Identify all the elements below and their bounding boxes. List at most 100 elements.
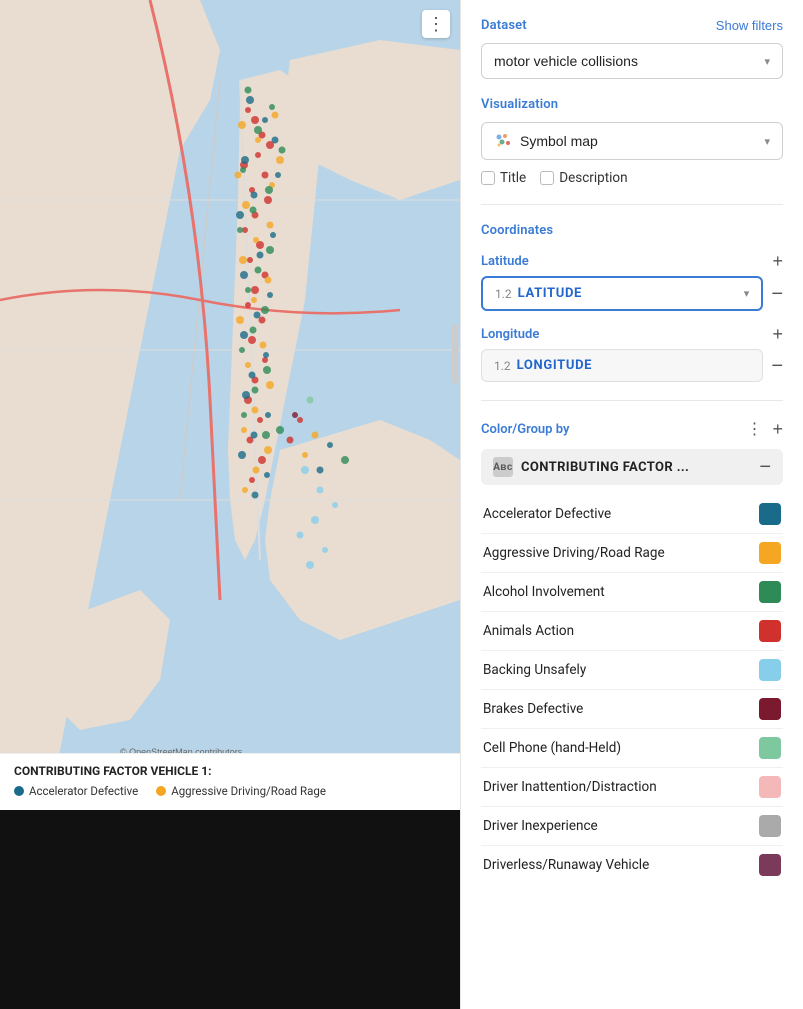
title-checkbox[interactable] xyxy=(481,171,495,185)
legend-item-label: Accelerator Defective xyxy=(483,506,611,522)
longitude-field-left: 1.2 LONGITUDE xyxy=(494,358,592,373)
latitude-name: LATITUDE xyxy=(518,286,582,301)
show-filters-button[interactable]: Show filters xyxy=(716,18,783,33)
latitude-field[interactable]: 1.2 LATITUDE ▾ xyxy=(481,276,763,311)
contributing-factor-left: Aʙᴄ CONTRIBUTING FACTOR ... xyxy=(493,457,689,477)
latitude-minus-button[interactable]: − xyxy=(771,284,783,304)
legend-label-accelerator: Accelerator Defective xyxy=(29,784,138,798)
checkboxes-row: Title Description xyxy=(481,170,783,186)
latitude-plus-button[interactable]: + xyxy=(772,252,783,270)
legend-item-swatch xyxy=(759,620,781,642)
black-bar xyxy=(0,810,460,1009)
legend-item-label: Brakes Defective xyxy=(483,701,583,717)
map-legend: CONTRIBUTING FACTOR VEHICLE 1: Accelerat… xyxy=(0,753,460,810)
legend-list-item: Accelerator Defective xyxy=(481,495,783,534)
map-menu-button[interactable]: ⋮ xyxy=(422,10,450,38)
map-scrollbar[interactable] xyxy=(452,324,458,384)
coordinates-label: Coordinates xyxy=(481,223,783,238)
right-panel: Dataset Show filters motor vehicle colli… xyxy=(460,0,803,1009)
viz-left: Symbol map xyxy=(494,132,598,150)
legend-item-label: Animals Action xyxy=(483,623,574,639)
legend-item-label: Cell Phone (hand-Held) xyxy=(483,740,621,756)
longitude-field[interactable]: 1.2 LONGITUDE xyxy=(481,349,763,382)
legend-item-aggressive: Aggressive Driving/Road Rage xyxy=(156,784,326,798)
legend-item-swatch xyxy=(759,776,781,798)
legend-item-swatch xyxy=(759,815,781,837)
coordinates-section: Coordinates Latitude + 1.2 LATITUDE ▾ − xyxy=(481,223,783,382)
visualization-value: Symbol map xyxy=(520,133,598,149)
legend-list-item: Cell Phone (hand-Held) xyxy=(481,729,783,768)
dataset-value: motor vehicle collisions xyxy=(494,53,638,69)
legend-dot-accelerator xyxy=(14,786,24,796)
legend-dot-aggressive xyxy=(156,786,166,796)
legend-list-item: Backing Unsafely xyxy=(481,651,783,690)
viz-section-header: Visualization xyxy=(481,97,783,112)
dataset-label: Dataset xyxy=(481,18,527,33)
legend-item-swatch xyxy=(759,659,781,681)
description-checkbox[interactable] xyxy=(540,171,554,185)
map-legend-title: CONTRIBUTING FACTOR VEHICLE 1: xyxy=(14,764,446,778)
color-group-section: Color/Group by ⋮ + Aʙᴄ CONTRIBUTING FACT… xyxy=(481,419,783,884)
legend-list-item: Driverless/Runaway Vehicle xyxy=(481,846,783,884)
color-header-actions: ⋮ + xyxy=(746,419,783,439)
color-group-header: Color/Group by ⋮ + xyxy=(481,419,783,439)
latitude-num: 1.2 xyxy=(495,287,512,301)
legend-item-label: Driver Inattention/Distraction xyxy=(483,779,657,795)
latitude-field-left: 1.2 LATITUDE xyxy=(495,286,582,301)
divider-2 xyxy=(481,400,783,401)
legend-item-swatch xyxy=(759,737,781,759)
longitude-plus-button[interactable]: + xyxy=(772,325,783,343)
longitude-row: Longitude + 1.2 LONGITUDE − xyxy=(481,325,783,382)
map-panel: © OpenStreetMap contributors ⋮ CONTRIBUT… xyxy=(0,0,460,1009)
legend-item-label: Backing Unsafely xyxy=(483,662,586,678)
latitude-header: Latitude + xyxy=(481,252,783,270)
latitude-row: Latitude + 1.2 LATITUDE ▾ − xyxy=(481,252,783,311)
legend-item-swatch xyxy=(759,854,781,876)
legend-item-label: Driver Inexperience xyxy=(483,818,598,834)
legend-item-swatch xyxy=(759,542,781,564)
divider-1 xyxy=(481,204,783,205)
legend-item-swatch xyxy=(759,581,781,603)
dataset-chevron-icon: ▾ xyxy=(764,55,770,68)
abc-icon: Aʙᴄ xyxy=(493,457,513,477)
color-group-label: Color/Group by xyxy=(481,422,569,437)
legend-item-label: Aggressive Driving/Road Rage xyxy=(483,545,665,561)
legend-list-item: Aggressive Driving/Road Rage xyxy=(481,534,783,573)
dataset-dropdown[interactable]: motor vehicle collisions ▾ xyxy=(481,43,783,79)
longitude-header: Longitude + xyxy=(481,325,783,343)
legend-item-swatch xyxy=(759,698,781,720)
legend-list: Accelerator Defective Aggressive Driving… xyxy=(481,495,783,884)
color-group-plus-button[interactable]: + xyxy=(772,420,783,438)
legend-list-item: Driver Inexperience xyxy=(481,807,783,846)
viz-chevron-icon: ▾ xyxy=(764,135,770,148)
legend-list-item: Brakes Defective xyxy=(481,690,783,729)
longitude-name: LONGITUDE xyxy=(517,358,592,373)
latitude-chevron-icon: ▾ xyxy=(744,287,750,300)
longitude-minus-button[interactable]: − xyxy=(771,356,783,376)
description-label: Description xyxy=(559,170,627,186)
symbol-map-icon xyxy=(494,132,512,150)
legend-item-label: Alcohol Involvement xyxy=(483,584,605,600)
visualization-dropdown[interactable]: Symbol map ▾ xyxy=(481,122,783,160)
longitude-num: 1.2 xyxy=(494,359,511,373)
map-container: © OpenStreetMap contributors ⋮ CONTRIBUT… xyxy=(0,0,460,810)
legend-item-swatch xyxy=(759,503,781,525)
legend-item-accelerator: Accelerator Defective xyxy=(14,784,138,798)
visualization-section: Visualization Symbol map ▾ xyxy=(481,97,783,186)
dataset-section-header: Dataset Show filters xyxy=(481,18,783,33)
map-svg: © OpenStreetMap contributors xyxy=(0,0,460,810)
contributing-factor-minus-button[interactable]: − xyxy=(759,457,771,477)
title-checkbox-item[interactable]: Title xyxy=(481,170,526,186)
color-group-menu-button[interactable]: ⋮ xyxy=(746,419,762,439)
legend-list-item: Alcohol Involvement xyxy=(481,573,783,612)
description-checkbox-item[interactable]: Description xyxy=(540,170,627,186)
legend-list-item: Driver Inattention/Distraction xyxy=(481,768,783,807)
latitude-label: Latitude xyxy=(481,254,529,269)
longitude-label: Longitude xyxy=(481,327,539,342)
legend-label-aggressive: Aggressive Driving/Road Rage xyxy=(171,784,326,798)
legend-list-item: Animals Action xyxy=(481,612,783,651)
map-legend-items: Accelerator Defective Aggressive Driving… xyxy=(14,784,446,798)
contributing-factor-label: CONTRIBUTING FACTOR ... xyxy=(521,460,689,475)
visualization-label: Visualization xyxy=(481,97,558,112)
title-label: Title xyxy=(500,170,526,186)
